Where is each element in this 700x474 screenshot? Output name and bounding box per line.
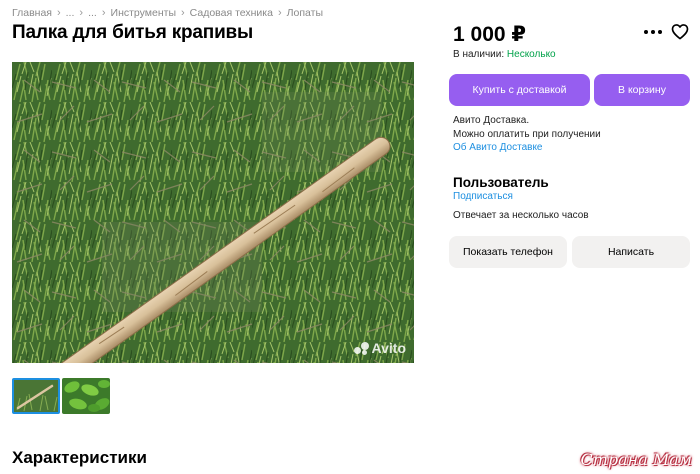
chevron-right-icon: › — [56, 7, 61, 19]
avito-logo-icon — [353, 341, 369, 355]
chevron-right-icon: › — [79, 7, 84, 19]
breadcrumb-item[interactable]: ... — [88, 7, 97, 19]
delivery-info: Авито Доставка. Можно оплатить при получ… — [453, 114, 601, 155]
delivery-line-1: Авито Доставка. — [453, 115, 530, 126]
characteristics-heading: Характеристики — [12, 448, 147, 467]
seller-name[interactable]: Пользователь — [453, 175, 549, 190]
availability-label: В наличии: — [453, 49, 505, 60]
price: 1 000 ₽ — [453, 23, 526, 46]
thumbnail-stick-image — [14, 380, 58, 412]
heart-icon[interactable] — [671, 23, 689, 40]
breadcrumb-home[interactable]: Главная — [12, 7, 52, 19]
availability-value: Несколько — [506, 49, 556, 60]
write-message-button[interactable]: Написать — [572, 236, 690, 268]
page-title: Палка для битья крапивы — [12, 22, 254, 43]
add-to-cart-button[interactable]: В корзину — [594, 74, 690, 106]
breadcrumb-garden[interactable]: Садовая техника — [190, 7, 273, 19]
subscribe-link[interactable]: Подписаться — [453, 191, 513, 202]
delivery-line-2: Можно оплатить при получении — [453, 128, 601, 140]
breadcrumb-shovels[interactable]: Лопаты — [287, 7, 323, 19]
stick-on-grass-image — [12, 62, 414, 363]
availability: В наличии: Несколько — [453, 49, 556, 60]
response-time: Отвечает за несколько часов — [453, 210, 589, 221]
chevron-right-icon: › — [277, 7, 282, 19]
show-phone-button[interactable]: Показать телефон — [449, 236, 567, 268]
chevron-right-icon: › — [101, 7, 106, 19]
thumbnail-nettle[interactable] — [62, 378, 110, 414]
breadcrumb-tools[interactable]: Инструменты — [111, 7, 176, 19]
about-delivery-link[interactable]: Об Авито Доставке — [453, 141, 601, 155]
main-photo[interactable]: Avito — [12, 62, 414, 363]
chevron-right-icon: › — [181, 7, 185, 19]
breadcrumb: Главная › ... › ... › Инструменты › Садо… — [12, 7, 323, 19]
buy-with-delivery-button[interactable]: Купить с доставкой — [449, 74, 590, 106]
thumbnail-stick[interactable] — [12, 378, 60, 414]
thumbnail-nettle-image — [62, 378, 110, 414]
breadcrumb-item[interactable]: ... — [66, 7, 75, 19]
more-icon[interactable] — [644, 30, 662, 36]
avito-watermark: Avito — [353, 340, 406, 356]
site-watermark-logo: Страна Мам — [580, 450, 692, 469]
